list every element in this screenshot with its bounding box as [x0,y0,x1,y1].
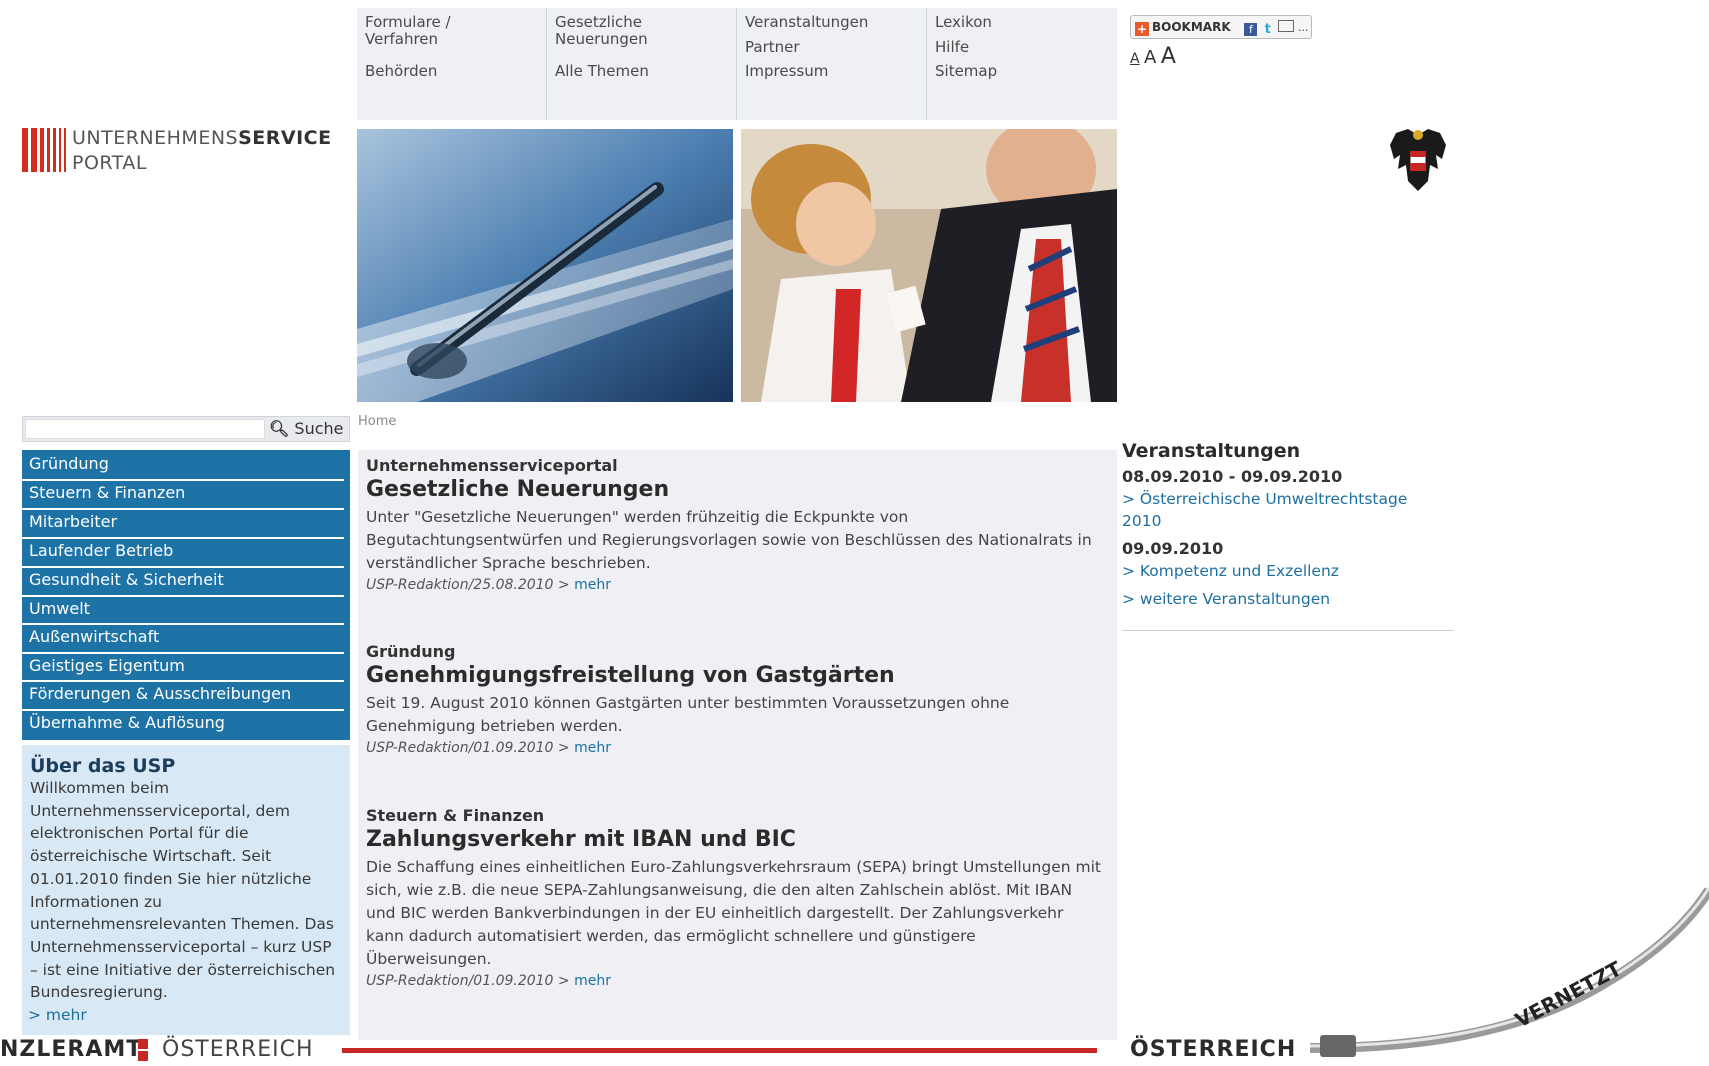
article-source: USP-Redaktion/01.09.2010 > [366,740,570,756]
article-title[interactable]: Zahlungsverkehr mit IBAN und BIC [366,826,1101,854]
topnav-link-sitemap[interactable]: Sitemap [935,63,1109,80]
logo-text-bold: SERVICE [238,127,332,149]
event-link-kompetenz[interactable]: > Kompetenz und Exzellenz [1122,560,1454,582]
article-gesetzliche-neuerungen: Unternehmensserviceportal Gesetzliche Ne… [366,456,1101,595]
leftnav-item-gesundheit-sicherheit[interactable]: Gesundheit & Sicherheit [22,568,344,597]
leftnav-item-geistiges-eigentum[interactable]: Geistiges Eigentum [22,654,344,682]
article-more-link[interactable]: mehr [574,973,611,989]
article-meta: USP-Redaktion/01.09.2010 > mehr [366,738,1101,758]
article-kicker: Steuern & Finanzen [366,806,545,825]
about-more-link[interactable]: > mehr [28,1006,87,1024]
text-size-small[interactable]: A [1130,51,1140,67]
logo-text-light: UNTERNEHMENS [72,127,239,149]
article-body: Die Schaffung eines einheitlichen Euro-Z… [366,858,1101,968]
topnav-link-impressum[interactable]: Impressum [745,63,918,80]
topnav-link-behoerden[interactable]: Behörden [365,63,538,80]
footer-flag-icon [138,1039,148,1049]
article-more-link[interactable]: mehr [574,577,611,593]
bookmark-plus-icon: + [1135,22,1149,36]
austrian-eagle-icon [1388,125,1448,193]
leftnav-item-umwelt[interactable]: Umwelt [22,597,344,625]
search-button-label: Suche [294,419,344,438]
twitter-icon: t [1264,22,1271,37]
leftnav-item-laufender-betrieb[interactable]: Laufender Betrieb [22,539,344,568]
usp-logo[interactable]: UNTERNEHMENSSERVICE PORTAL [22,126,342,176]
logo-text-portal: PORTAL [72,152,147,174]
topnav-column-3: Veranstaltungen Partner Impressum [737,8,927,120]
events-more-link[interactable]: > weitere Veranstaltungen [1122,588,1454,610]
leftnav-item-steuern-finanzen[interactable]: Steuern & Finanzen [22,481,344,510]
search-icon: 🔍︎ [269,419,290,438]
about-usp-box: Über das USP Willkommen beim Unternehmen… [22,745,350,1035]
search-bar: 🔍︎ Suche [22,416,350,442]
footer-oesterreich-right: ÖSTERREICH [1130,1037,1297,1062]
about-text: Willkommen beim Unternehmensserviceporta… [30,779,336,1002]
article-body: Seit 19. August 2010 können Gastgärten u… [366,694,1010,735]
topnav-link-gesetzliche-neuerungen[interactable]: Gesetzliche Neuerungen [555,14,665,48]
leftnav-item-mitarbeiter[interactable]: Mitarbeiter [22,510,344,539]
breadcrumb[interactable]: Home [358,414,396,429]
header-image-business-people [741,129,1117,402]
topnav-column-1: Formulare / Verfahren Behörden [357,8,547,120]
article-gastgaerten: Gründung Genehmigungsfreistellung von Ga… [366,642,1101,758]
main-content: Unternehmensserviceportal Gesetzliche Ne… [358,450,1117,1040]
topnav-link-hilfe[interactable]: Hilfe [935,39,1109,56]
network-cable-icon: VERNETZT [1310,887,1709,1057]
article-meta: USP-Redaktion/01.09.2010 > mehr [366,971,1101,991]
topnav-link-lexikon[interactable]: Lexikon [935,14,1109,31]
topnav-column-4: Lexikon Hilfe Sitemap [927,8,1117,120]
topnav-column-2: Gesetzliche Neuerungen Alle Themen [547,8,737,120]
footer-flag-icon-lower [138,1051,148,1061]
event-link-umweltrechtstage[interactable]: > Österreichische Umweltrechtstage 2010 [1122,488,1432,532]
event-date: 08.09.2010 - 09.09.2010 [1122,467,1343,486]
article-source: USP-Redaktion/25.08.2010 > [366,577,570,593]
article-more-link[interactable]: mehr [574,740,611,756]
leftnav-item-aussenwirtschaft[interactable]: Außenwirtschaft [22,625,344,654]
bookmark-label: BOOKMARK [1152,20,1231,34]
text-size-controls: A A A [1130,44,1176,69]
text-size-medium[interactable]: A [1144,47,1156,68]
events-box: Veranstaltungen 08.09.2010 - 09.09.2010 … [1122,438,1454,631]
event-date: 09.09.2010 [1122,539,1224,558]
left-navigation: Gründung Steuern & Finanzen Mitarbeiter … [22,450,350,740]
vernetzt-stamp: VERNETZT [1511,956,1626,1032]
footer-kanzleramt-text: NZLERAMT [0,1037,143,1062]
article-kicker: Gründung [366,642,456,661]
article-title[interactable]: Genehmigungsfreistellung von Gastgärten [366,662,1101,690]
events-title: Veranstaltungen [1122,440,1301,462]
topnav-link-alle-themen[interactable]: Alle Themen [555,63,728,80]
article-title[interactable]: Gesetzliche Neuerungen [366,476,1101,504]
leftnav-item-gruendung[interactable]: Gründung [22,452,344,481]
article-kicker: Unternehmensserviceportal [366,456,618,475]
logo-wordmark: UNTERNEHMENSSERVICE PORTAL [72,126,332,176]
facebook-icon: f [1244,23,1258,36]
leftnav-item-uebernahme-aufloesung[interactable]: Übernahme & Auflösung [22,711,344,740]
text-size-large[interactable]: A [1161,44,1176,69]
bookmark-button[interactable]: + BOOKMARK f t ... [1130,15,1312,39]
email-icon [1278,20,1295,32]
footer-red-line [342,1048,1097,1053]
article-source: USP-Redaktion/01.09.2010 > [366,973,570,989]
header-image-notebook [357,129,733,402]
article-meta: USP-Redaktion/25.08.2010 > mehr [366,575,1101,595]
search-input[interactable] [25,419,265,439]
footer-oesterreich-left: ÖSTERREICH [162,1037,314,1062]
topnav-link-veranstaltungen[interactable]: Veranstaltungen [745,14,918,31]
topnav-link-partner[interactable]: Partner [745,39,918,56]
search-button[interactable]: 🔍︎ Suche [269,417,349,441]
leftnav-item-foerderungen[interactable]: Förderungen & Ausschreibungen [22,682,344,711]
article-body: Unter "Gesetzliche Neuerungen" werden fr… [366,508,1092,572]
bookmark-more: ... [1297,21,1309,34]
article-iban-bic: Steuern & Finanzen Zahlungsverkehr mit I… [366,806,1101,991]
top-navigation: Formulare / Verfahren Behörden Gesetzlic… [357,8,1117,120]
topnav-link-formulare[interactable]: Formulare / Verfahren [365,14,475,48]
about-title: Über das USP [30,755,176,777]
